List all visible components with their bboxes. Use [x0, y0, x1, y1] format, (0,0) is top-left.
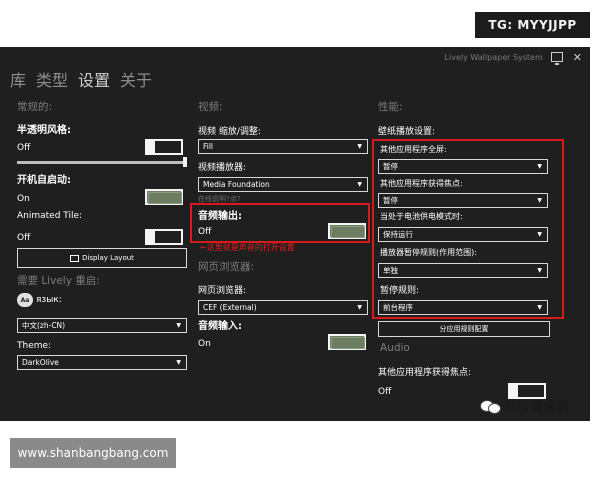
language-icon: Aa — [17, 293, 33, 307]
app-name: Lively Wallpaper System — [444, 52, 543, 62]
wechat-text: 科技毒瘤君 — [504, 400, 570, 415]
audio-input-toggle[interactable] — [328, 334, 366, 350]
browser-value: CEF (External) — [203, 303, 257, 312]
tab-settings[interactable]: 设置 — [78, 67, 110, 91]
display-layout-label: Display Layout — [82, 254, 134, 262]
animated-tile-value: Off — [17, 233, 31, 243]
startup-toggle[interactable] — [145, 189, 183, 205]
transparency-slider-thumb[interactable] — [183, 157, 187, 167]
display-layout-button[interactable]: Display Layout — [17, 248, 187, 268]
title-bar: Lively Wallpaper System ✕ — [445, 47, 590, 67]
audio-header: Audio — [380, 342, 410, 354]
audio-focus-value: Off — [378, 387, 392, 397]
audio-input-label: 音频输入: — [198, 321, 242, 332]
browser-select[interactable]: CEF (External) ▼ — [198, 300, 368, 315]
transparency-toggle[interactable] — [145, 139, 183, 155]
animated-tile-toggle[interactable] — [145, 229, 183, 245]
chevron-down-icon: ▼ — [357, 304, 362, 311]
scale-select[interactable]: Fill ▼ — [198, 139, 368, 154]
monitor-icon[interactable] — [550, 52, 563, 65]
animated-tile-label: Animated Tile: — [17, 211, 83, 221]
app-rules-button[interactable]: 分应用规则配置 — [378, 321, 550, 337]
video-header: 视频: — [198, 101, 223, 113]
app-window: Lively Wallpaper System ✕ 库 类型 设置 关于 常规的… — [0, 47, 590, 421]
main-nav: 库 类型 设置 关于 — [10, 67, 152, 91]
chevron-down-icon: ▼ — [357, 181, 362, 188]
scale-label: 视频 缩放/调整: — [198, 127, 261, 137]
app-rules-label: 分应用规则配置 — [439, 325, 489, 333]
startup-label: 开机自启动: — [17, 175, 71, 186]
audio-annotation: ←这里就是声音的打开设置 — [200, 243, 295, 252]
audio-focus-label: 其他应用程序获得焦点: — [378, 368, 472, 378]
tab-type[interactable]: 类型 — [36, 67, 68, 91]
theme-label: Theme: — [17, 341, 52, 351]
tab-about[interactable]: 关于 — [120, 67, 152, 91]
browser-label: 网页浏览器: — [198, 286, 247, 296]
theme-select[interactable]: DarkOlive ▼ — [17, 355, 187, 370]
wechat-icon — [480, 399, 501, 414]
player-value: Media Foundation — [203, 180, 270, 189]
audio-input-value: On — [198, 339, 211, 349]
browser-header: 网页浏览器: — [198, 261, 255, 273]
tab-library[interactable]: 库 — [10, 67, 26, 91]
close-icon[interactable]: ✕ — [573, 51, 582, 64]
transparency-label: 半透明风格: — [17, 125, 71, 136]
language-label: язык: — [36, 295, 62, 305]
player-select[interactable]: Media Foundation ▼ — [198, 177, 368, 192]
theme-value: DarkOlive — [22, 358, 59, 367]
performance-header: 性能: — [378, 101, 403, 113]
chevron-down-icon: ▼ — [357, 143, 362, 150]
monitor-icon — [70, 254, 80, 262]
transparency-value: Off — [17, 143, 31, 153]
wechat-watermark: 科技毒瘤君 — [480, 396, 569, 415]
player-label: 视频播放器: — [198, 163, 247, 173]
language-select[interactable]: 中文(zh-CN) ▼ — [17, 318, 187, 333]
startup-value: On — [17, 194, 30, 204]
annotation-box-audio — [190, 203, 370, 243]
restart-header: 需要 Lively 重启: — [17, 275, 100, 287]
scale-value: Fill — [203, 142, 214, 151]
watermark-top: TG: MYYJJPP — [475, 12, 590, 38]
chevron-down-icon: ▼ — [176, 359, 181, 366]
general-header: 常规的: — [17, 101, 53, 113]
annotation-box-performance — [372, 139, 564, 319]
transparency-slider[interactable] — [17, 161, 187, 164]
watermark-bottom: www.shanbangbang.com — [10, 438, 176, 468]
playback-label: 壁纸播放设置: — [378, 127, 436, 137]
chevron-down-icon: ▼ — [176, 322, 181, 329]
language-value: 中文(zh-CN) — [22, 321, 66, 330]
